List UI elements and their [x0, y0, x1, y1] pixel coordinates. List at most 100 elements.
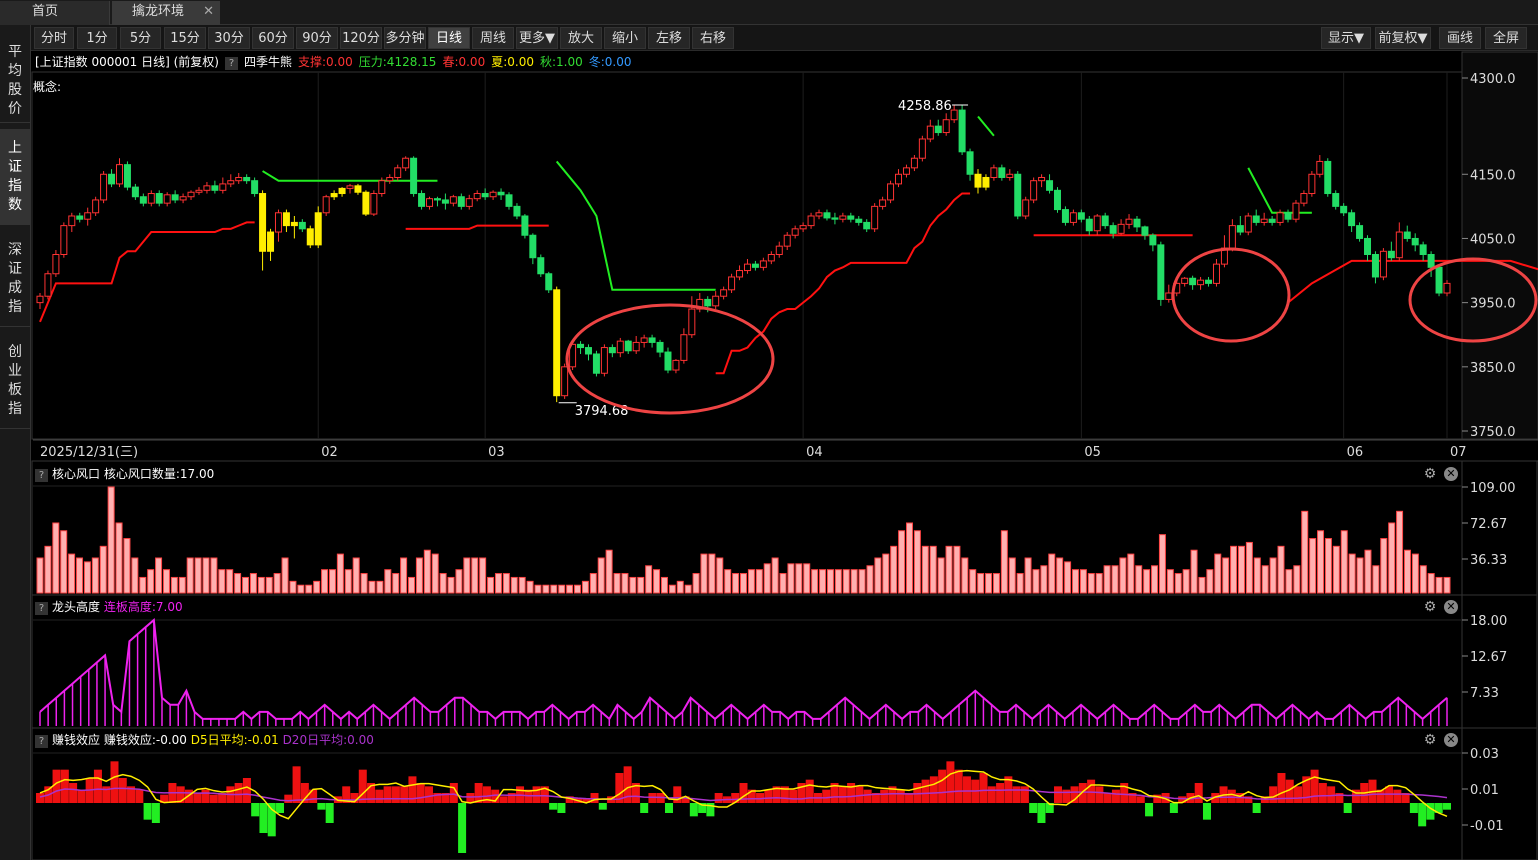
- help-icon[interactable]: ?: [35, 602, 48, 615]
- candle-body: [52, 254, 60, 275]
- chart-canvas[interactable]: 4300.0 4150.0 4050.0 3950.0 3850.0 3750.0 4258…: [0, 0, 1538, 860]
- candle-body: [775, 245, 783, 255]
- candle-body: [44, 273, 52, 297]
- close-icon[interactable]: ✕: [1444, 467, 1458, 481]
- date-tick-label: 03: [488, 445, 505, 460]
- money-effect-bar: [598, 803, 607, 810]
- core-wind-bar: [1071, 569, 1079, 594]
- candle-body: [195, 189, 203, 193]
- candle-body: [537, 257, 545, 275]
- core-wind-bar: [1024, 557, 1032, 594]
- core-wind-tick-label: 36.33: [1470, 553, 1507, 568]
- core-wind-bar: [392, 573, 400, 594]
- candle-body: [879, 199, 887, 207]
- core-wind-bar: [1245, 541, 1253, 594]
- candle-body: [386, 176, 394, 182]
- help-icon[interactable]: ?: [35, 735, 48, 748]
- candle-body: [656, 341, 664, 353]
- main-chart-frame: [31, 71, 1463, 440]
- money-effect-bar: [789, 789, 798, 803]
- candle-body: [950, 109, 958, 121]
- close-icon[interactable]: ✕: [1444, 600, 1458, 614]
- candle-body: [632, 341, 640, 352]
- candle-body: [783, 234, 791, 247]
- candle-body: [1276, 212, 1284, 223]
- date-tick-label: 05: [1084, 445, 1101, 460]
- candle-body: [887, 183, 895, 201]
- candle-body: [497, 191, 505, 196]
- candle-body: [982, 176, 990, 188]
- candle-body: [791, 228, 799, 236]
- price-tick-label: 4050.0: [1470, 232, 1516, 247]
- candle-body: [219, 183, 227, 191]
- candle-body: [1387, 250, 1395, 259]
- candle-body: [640, 337, 648, 343]
- core-wind-bar: [1443, 576, 1451, 594]
- core-wind-bar: [1332, 545, 1340, 594]
- core-wind-bar: [305, 584, 313, 594]
- money-effect-bar: [665, 803, 674, 813]
- money-effect-bar: [1269, 786, 1278, 803]
- candle-body: [1014, 173, 1022, 217]
- core-wind-bar: [423, 549, 431, 594]
- candle-body: [1038, 176, 1046, 182]
- dragon-height-tick-label: 18.00: [1470, 614, 1507, 629]
- candle-body: [592, 353, 600, 374]
- core-wind-bar: [170, 576, 178, 594]
- money-effect-bar: [689, 803, 698, 817]
- candle-body: [751, 263, 759, 268]
- pressure-line: [555, 160, 716, 291]
- core-wind-bar: [194, 557, 202, 594]
- money-effect-bar: [1318, 783, 1327, 803]
- money-effect-bar: [325, 803, 334, 823]
- close-icon[interactable]: ✕: [1444, 733, 1458, 747]
- core-wind-bar: [692, 573, 700, 594]
- date-tick-label: 02: [321, 445, 338, 460]
- panel-value: 赚钱效应:-0.00: [103, 733, 187, 747]
- candle-body: [1252, 215, 1260, 223]
- date-tick-label: 06: [1347, 445, 1364, 460]
- core-wind-bar: [76, 557, 84, 594]
- candle-body: [1181, 277, 1189, 284]
- candle-body: [115, 164, 123, 185]
- core-wind-bar: [645, 565, 653, 594]
- help-icon[interactable]: ?: [35, 469, 48, 482]
- money-effect-bar: [1252, 803, 1261, 813]
- core-wind-bar: [1411, 553, 1419, 594]
- gear-icon[interactable]: ⚙: [1423, 600, 1437, 614]
- core-wind-bar: [574, 584, 582, 594]
- core-wind-bar: [107, 486, 115, 594]
- core-wind-bar: [202, 557, 210, 594]
- core-wind-bar: [834, 569, 842, 594]
- candle-body: [1141, 226, 1149, 236]
- core-wind-bar: [83, 561, 91, 594]
- money-effect-bar: [499, 796, 508, 803]
- core-wind-bar: [1372, 565, 1380, 594]
- core-wind-bar: [242, 576, 250, 594]
- core-wind-bar: [961, 557, 969, 594]
- money-effect-bar: [1111, 789, 1120, 803]
- candle-body: [163, 194, 171, 204]
- core-wind-bar: [1324, 538, 1332, 594]
- money-effect-bar: [93, 769, 102, 803]
- money-effect-tick-label: 0.01: [1470, 783, 1499, 798]
- candle-body: [1149, 234, 1157, 246]
- money-effect-bar: [1409, 803, 1418, 813]
- core-wind-bar: [953, 545, 961, 594]
- money-effect-bar: [946, 761, 955, 803]
- candle-body: [402, 157, 410, 169]
- candle-body: [433, 198, 441, 201]
- gear-icon[interactable]: ⚙: [1423, 733, 1437, 747]
- candle-body: [1093, 215, 1101, 232]
- candle-body: [227, 180, 235, 185]
- core-wind-tick-label: 72.67: [1470, 517, 1507, 532]
- core-wind-bar: [763, 563, 771, 594]
- core-wind-bar: [1340, 530, 1348, 594]
- candle-body: [1101, 215, 1109, 227]
- core-wind-bar: [162, 569, 170, 594]
- gear-icon[interactable]: ⚙: [1423, 467, 1437, 481]
- candle-body: [426, 198, 434, 207]
- money-effect-bar: [996, 783, 1005, 803]
- money-effect-bar: [640, 803, 649, 813]
- money-effect-bar: [764, 789, 773, 803]
